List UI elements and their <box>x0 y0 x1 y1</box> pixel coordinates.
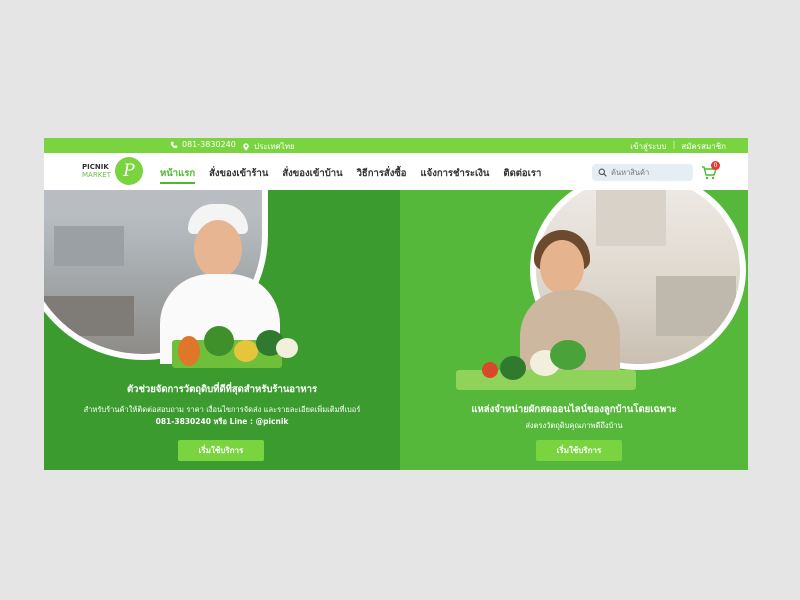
woman-face <box>540 240 584 294</box>
menu-item-contact[interactable]: ติดต่อเรา <box>503 166 541 184</box>
chef-face <box>194 220 242 278</box>
broccoli-right <box>500 356 526 380</box>
logo-line1: PICNIK <box>82 163 109 171</box>
register-link[interactable]: สมัครสมาชิก <box>681 140 726 153</box>
lettuce <box>204 326 234 356</box>
bell-pepper <box>234 340 258 362</box>
site-logo[interactable]: PICNIK MARKET P <box>82 157 143 185</box>
household-subtext: ส่งตรงวัตถุดิบคุณภาพดีถึงบ้าน <box>525 421 623 430</box>
carrots <box>178 336 200 366</box>
search-icon[interactable] <box>598 168 607 177</box>
restaurant-panel: ตัวช่วยจัดการวัตถุดิบที่ดีที่สุดสำหรับร้… <box>44 190 400 470</box>
logo-line2: MARKET <box>82 171 111 179</box>
cauliflower <box>276 338 298 358</box>
main-menu: หน้าแรก สั่งของเข้าร้าน สั่งของเข้าบ้าน … <box>160 166 541 184</box>
logo-mark: P <box>114 157 143 185</box>
restaurant-subtext: สำหรับร้านค้าให้ติดต่อสอบถาม ราคา เงื่อน… <box>83 405 361 414</box>
household-start-button[interactable]: เริ่มใช้บริการ <box>536 440 622 461</box>
search-box <box>592 164 693 181</box>
link-divider: | <box>672 140 676 149</box>
restaurant-start-button[interactable]: เริ่มใช้บริการ <box>178 440 264 461</box>
greens-right <box>550 340 586 370</box>
tomato-right <box>482 362 498 378</box>
phone-icon <box>170 141 178 148</box>
top-bar: 081-3830240 ประเทศไทย เข้าสู่ระบบ | สมัค… <box>44 138 748 153</box>
search-input[interactable] <box>611 168 691 177</box>
country-label: ประเทศไทย <box>254 142 295 151</box>
hero-section: ตัวช่วยจัดการวัตถุดิบที่ดีที่สุดสำหรับร้… <box>44 190 748 470</box>
website-frame: 081-3830240 ประเทศไทย เข้าสู่ระบบ | สมัค… <box>44 138 748 470</box>
household-headline: แหล่งจำหน่ายผักสดออนไลน์ของลูกบ้านโดยเฉพ… <box>471 404 677 415</box>
country-selector[interactable]: ประเทศไทย <box>242 140 295 153</box>
restaurant-contact: 081-3830240 หรือ Line : @picnik <box>155 417 289 426</box>
account-links: เข้าสู่ระบบ | สมัครสมาชิก <box>630 140 726 153</box>
cart-count-badge: 0 <box>711 161 720 170</box>
location-pin-icon <box>243 142 249 151</box>
restaurant-headline: ตัวช่วยจัดการวัตถุดิบที่ดีที่สุดสำหรับร้… <box>126 384 318 395</box>
phone-contact[interactable]: 081-3830240 <box>170 140 236 149</box>
menu-item-store-order[interactable]: สั่งของเข้าร้าน <box>209 166 268 184</box>
login-link[interactable]: เข้าสู่ระบบ <box>630 140 666 153</box>
menu-item-home-order[interactable]: สั่งของเข้าบ้าน <box>282 166 342 184</box>
menu-item-how-to-order[interactable]: วิธีการสั่งซื้อ <box>357 166 407 184</box>
cart-button[interactable]: 0 <box>701 161 720 184</box>
main-navbar: PICNIK MARKET P หน้าแรก สั่งของเข้าร้าน … <box>44 153 748 190</box>
household-panel: แหล่งจำหน่ายผักสดออนไลน์ของลูกบ้านโดยเฉพ… <box>400 190 748 470</box>
logo-wordmark: PICNIK MARKET <box>82 163 111 179</box>
menu-item-payment-notify[interactable]: แจ้งการชำระเงิน <box>421 166 490 184</box>
menu-item-home[interactable]: หน้าแรก <box>160 166 196 184</box>
phone-number: 081-3830240 <box>182 140 236 149</box>
